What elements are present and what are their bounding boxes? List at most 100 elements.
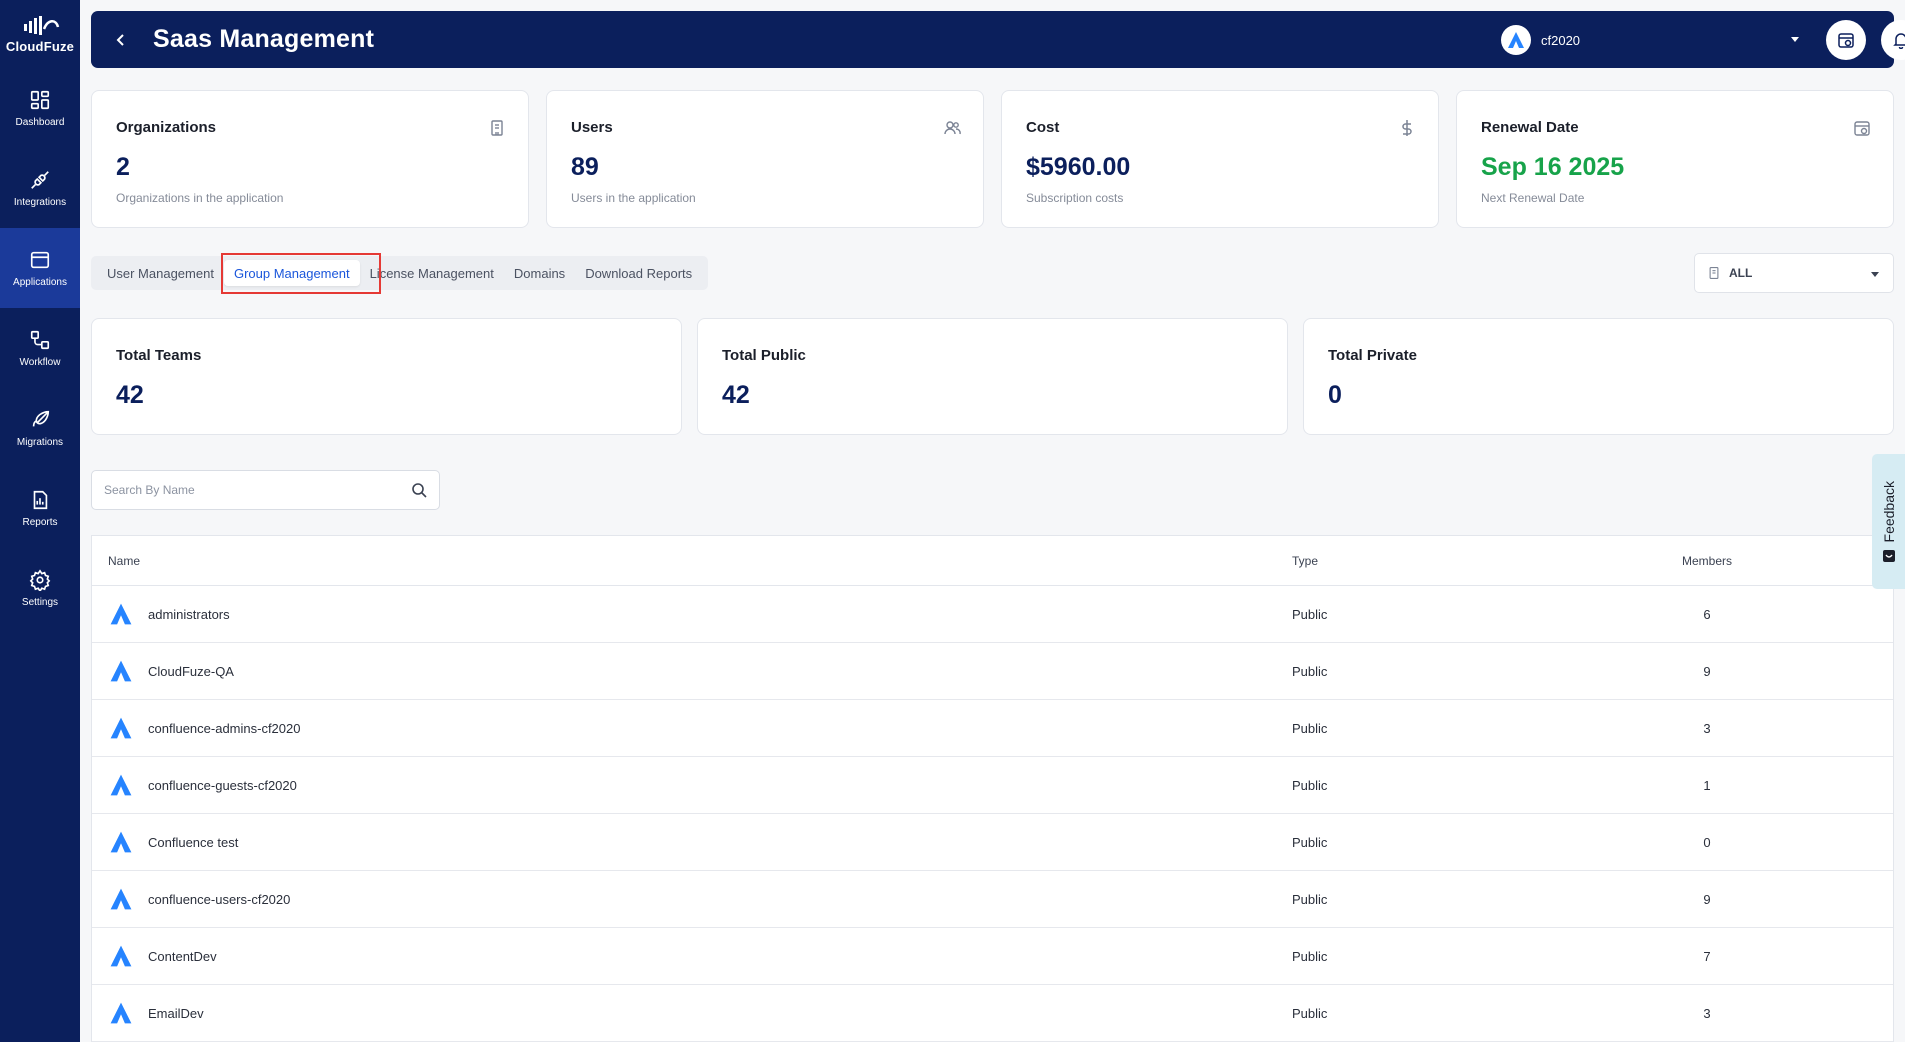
group-members-count: 3 — [1703, 1005, 1711, 1021]
tab-download-reports[interactable]: Download Reports — [575, 260, 702, 286]
cloudfuze-logo[interactable]: CloudFuze — [0, 0, 80, 68]
group-members-count: 0 — [1703, 834, 1711, 850]
stat-title: Organizations — [116, 119, 217, 136]
sidebar-item-label: Applications — [13, 276, 67, 288]
table-row[interactable]: ContentDev Public 7 — [92, 928, 1893, 985]
tab-domains[interactable]: Domains — [504, 260, 575, 286]
calendar-button[interactable] — [1826, 20, 1866, 60]
table-header: Name Type Members — [92, 536, 1893, 586]
stat-value: 2 — [116, 153, 130, 181]
stat-card-renewal-date: Renewal Date Sep 16 2025 Next Renewal Da… — [1456, 90, 1894, 228]
atlassian-logo-icon — [1501, 25, 1531, 55]
atlassian-logo-icon — [110, 603, 132, 625]
atlassian-logo-icon — [110, 717, 132, 739]
sidebar-item-applications[interactable]: Applications — [0, 228, 80, 308]
group-type: Public — [1292, 891, 1328, 907]
table-row[interactable]: Confluence test Public 0 — [92, 814, 1893, 871]
group-name-cell: administrators — [92, 601, 1292, 627]
atlassian-logo-icon — [110, 831, 132, 853]
plug-icon — [31, 170, 49, 189]
management-tabs: User Management Group Management License… — [91, 256, 709, 290]
column-header-name[interactable]: Name — [92, 554, 1292, 568]
stat-subtitle: Subscription costs — [1026, 191, 1124, 205]
table-row[interactable]: confluence-users-cf2020 Public 9 — [92, 871, 1893, 928]
group-type: Public — [1292, 720, 1328, 736]
atlassian-logo-icon — [110, 1002, 132, 1024]
atlassian-logo-icon — [110, 774, 132, 796]
table-row[interactable]: EmailDev Public 3 — [92, 985, 1893, 1042]
report-icon — [33, 490, 48, 509]
brand-name: CloudFuze — [5, 38, 75, 54]
group-type: Public — [1292, 834, 1328, 850]
stat-subtitle: Organizations in the application — [116, 191, 284, 205]
building-icon — [491, 120, 503, 136]
search-icon[interactable] — [411, 482, 427, 498]
sidebar-item-label: Reports — [22, 516, 58, 528]
gear-icon — [29, 568, 51, 591]
stat-value: Sep 16 2025 — [1481, 153, 1625, 181]
group-name-cell: Confluence test — [92, 829, 1292, 855]
sidebar-item-migrations[interactable]: Migrations — [0, 388, 80, 468]
stat-value: $5960.00 — [1026, 153, 1131, 181]
bell-icon — [1893, 33, 1905, 49]
calendar-clock-icon — [1838, 33, 1854, 48]
feedback-label: Feedback — [1880, 480, 1897, 543]
atlassian-logo-icon — [110, 945, 132, 967]
group-name: CloudFuze-QA — [148, 663, 234, 679]
tab-user-management[interactable]: User Management — [97, 260, 224, 286]
table-row[interactable]: confluence-guests-cf2020 Public 1 — [92, 757, 1893, 814]
filter-selected-value: ALL — [1729, 266, 1753, 280]
org-filter-dropdown[interactable]: ALL — [1694, 253, 1894, 293]
stat-title: Cost — [1026, 119, 1060, 136]
group-members-count: 3 — [1703, 720, 1711, 736]
chevron-left-icon — [116, 33, 124, 46]
atlassian-logo-icon — [110, 660, 132, 682]
feedback-smile-icon — [1882, 550, 1895, 563]
group-name: confluence-users-cf2020 — [148, 891, 291, 907]
tab-group-management[interactable]: Group Management — [223, 260, 360, 286]
feedback-tab[interactable]: Feedback — [1872, 454, 1905, 589]
group-type: Public — [1292, 606, 1328, 622]
total-title: Total Teams — [116, 347, 202, 364]
group-members-count: 9 — [1703, 891, 1711, 907]
table-row[interactable]: CloudFuze-QA Public 9 — [92, 643, 1893, 700]
column-header-members[interactable]: Members — [1642, 554, 1772, 568]
group-name-cell: confluence-guests-cf2020 — [92, 772, 1292, 798]
sidebar-item-reports[interactable]: Reports — [0, 468, 80, 548]
group-name-cell: CloudFuze-QA — [92, 658, 1292, 684]
sidebar-item-integrations[interactable]: Integrations — [0, 148, 80, 228]
search-input[interactable] — [92, 483, 392, 497]
sidebar-item-workflow[interactable]: Workflow — [0, 308, 80, 388]
caret-down-icon — [1791, 37, 1799, 42]
notifications-button[interactable]: 8 — [1881, 20, 1905, 60]
table-body: administrators Public 6 CloudFuze-QA Public 9… — [92, 586, 1893, 1042]
table-row[interactable]: administrators Public 6 — [92, 586, 1893, 643]
stat-title: Users — [571, 119, 613, 136]
sidebar: CloudFuze Dashboard Integrations Applica… — [0, 0, 80, 1042]
window-icon — [30, 251, 50, 268]
total-card-private: Total Private 0 — [1303, 318, 1894, 435]
back-button[interactable] — [101, 20, 141, 60]
sidebar-item-label: Integrations — [13, 196, 67, 208]
dashboard-icon — [30, 90, 50, 109]
group-name: Confluence test — [148, 834, 239, 850]
sidebar-item-label: Settings — [21, 596, 59, 608]
group-name-cell: ContentDev — [92, 943, 1292, 969]
total-title: Total Private — [1328, 347, 1417, 364]
group-type: Public — [1292, 948, 1328, 964]
tab-license-management[interactable]: License Management — [360, 260, 504, 286]
sidebar-item-dashboard[interactable]: Dashboard — [0, 68, 80, 148]
group-type: Public — [1292, 777, 1328, 793]
atlassian-logo-icon — [110, 888, 132, 910]
column-header-type[interactable]: Type — [1292, 554, 1642, 568]
top-header: Saas Management cf2020 8 B — [91, 11, 1905, 68]
group-name: EmailDev — [148, 1005, 204, 1021]
group-name-cell: confluence-users-cf2020 — [92, 886, 1292, 912]
dollar-icon — [1402, 120, 1412, 136]
org-selector[interactable]: cf2020 — [1501, 23, 1801, 57]
table-row[interactable]: confluence-admins-cf2020 Public 3 — [92, 700, 1893, 757]
sidebar-item-settings[interactable]: Settings — [0, 548, 80, 628]
total-value: 0 — [1328, 381, 1342, 409]
stat-subtitle: Next Renewal Date — [1481, 191, 1585, 205]
caret-down-icon — [1871, 272, 1879, 277]
